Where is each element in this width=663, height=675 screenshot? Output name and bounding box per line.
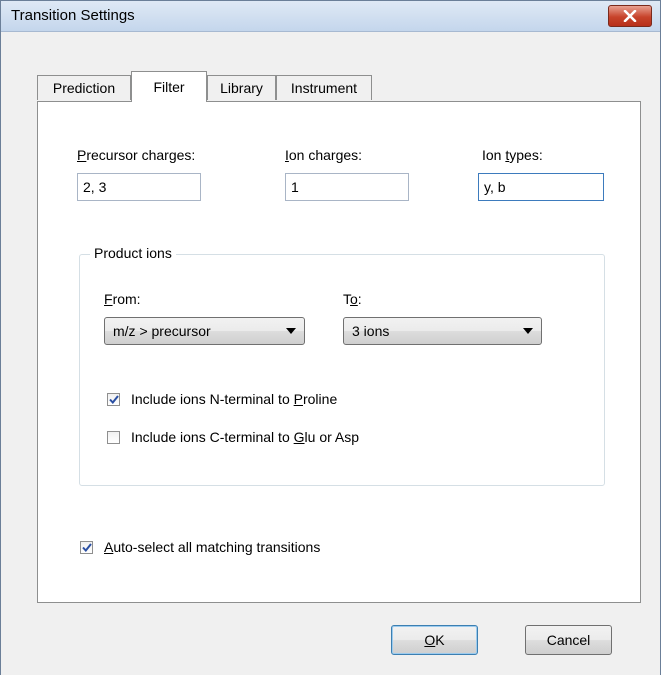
dropdown-arrow-icon: [286, 328, 296, 334]
auto-select-checkbox[interactable]: [80, 540, 93, 554]
tab-instrument[interactable]: Instrument: [276, 75, 372, 100]
auto-select-checkbox-row[interactable]: Auto-select all matching transitions: [80, 539, 320, 555]
cancel-button-label: Cancel: [546, 632, 591, 648]
precursor-charges-label: Precursor charges:: [77, 147, 196, 163]
close-button[interactable]: [608, 5, 652, 27]
to-selected-value: 3 ions: [352, 323, 390, 339]
window-title: Transition Settings: [11, 7, 135, 24]
c-terminal-glu-asp-label: Include ions C-terminal to Glu or Asp: [131, 429, 360, 445]
ok-button[interactable]: OK: [391, 625, 478, 655]
filter-tab-panel: Precursor charges: Ion charges: Ion type…: [37, 101, 641, 603]
ok-button-label: OK: [424, 632, 445, 648]
ion-charges-label: Ion charges:: [285, 147, 363, 163]
cancel-button[interactable]: Cancel: [525, 625, 612, 655]
tab-filter-label: Filter: [153, 79, 185, 95]
n-terminal-proline-label: Include ions N-terminal to Proline: [131, 391, 338, 407]
c-terminal-glu-asp-checkbox-row[interactable]: Include ions C-terminal to Glu or Asp: [107, 429, 359, 445]
tab-instrument-label: Instrument: [290, 80, 358, 96]
transition-settings-dialog: Transition Settings Prediction Filter Li…: [0, 0, 661, 675]
to-label: To:: [343, 291, 362, 307]
from-label: From:: [104, 291, 141, 307]
n-terminal-proline-checkbox-row[interactable]: Include ions N-terminal to Proline: [107, 391, 337, 407]
ion-types-label: Ion types:: [482, 147, 543, 163]
precursor-charges-input[interactable]: [77, 173, 201, 201]
n-terminal-proline-checkbox[interactable]: [107, 392, 120, 406]
to-combobox[interactable]: 3 ions: [343, 317, 542, 345]
tab-filter[interactable]: Filter: [131, 71, 207, 102]
product-ions-title: Product ions: [90, 245, 176, 261]
checkmark-icon: [108, 394, 119, 404]
checkmark-icon: [81, 542, 92, 552]
tab-prediction-label: Prediction: [52, 80, 116, 96]
c-terminal-glu-asp-checkbox[interactable]: [107, 430, 120, 444]
product-ions-group: Product ions From: m/z > precursor To: 3…: [79, 245, 605, 486]
tab-prediction[interactable]: Prediction: [37, 75, 131, 100]
auto-select-label: Auto-select all matching transitions: [104, 539, 321, 555]
ion-types-input[interactable]: [478, 173, 604, 201]
tab-library-label: Library: [220, 80, 263, 96]
tab-library[interactable]: Library: [207, 75, 276, 100]
dropdown-arrow-icon: [523, 328, 533, 334]
close-icon: [623, 10, 637, 22]
from-selected-value: m/z > precursor: [113, 323, 211, 339]
title-bar[interactable]: Transition Settings: [1, 1, 660, 32]
ion-charges-input[interactable]: [285, 173, 409, 201]
from-combobox[interactable]: m/z > precursor: [104, 317, 305, 345]
